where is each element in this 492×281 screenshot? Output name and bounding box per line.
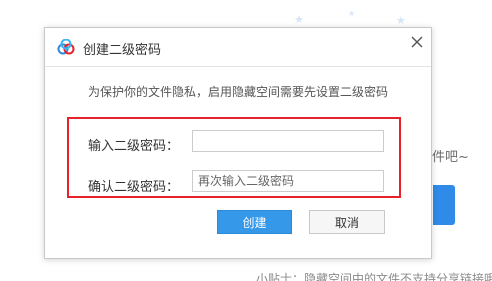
password-input[interactable] [192,130,384,152]
close-icon[interactable] [409,34,425,50]
dialog-hint: 为保护你的文件隐私，启用隐藏空间需要先设置二级密码 [88,85,389,99]
create-button[interactable]: 创建 [217,210,292,234]
star-icon: ★ [294,13,304,26]
password-label: 输入二级密码： [88,139,180,154]
star-icon: ★ [348,9,356,18]
cancel-button[interactable]: 取消 [309,210,385,234]
dialog-titlebar: 创建二级密码 [45,28,431,67]
background-tip: 小贴士：隐藏空间中的文件不支持分享链接哦 [256,272,492,281]
dialog-title: 创建二级密码 [83,43,162,58]
confirm-password-label: 确认二级密码： [88,180,180,195]
background-text: 件吧~ [432,150,469,165]
star-icon: ★ [396,14,406,27]
create-password-dialog: 创建二级密码 为保护你的文件隐私，启用隐藏空间需要先设置二级密码 输入二级密码：… [44,27,432,259]
baidu-cloud-logo-icon [57,39,75,55]
confirm-password-input[interactable] [192,170,384,192]
background-button [433,185,455,225]
